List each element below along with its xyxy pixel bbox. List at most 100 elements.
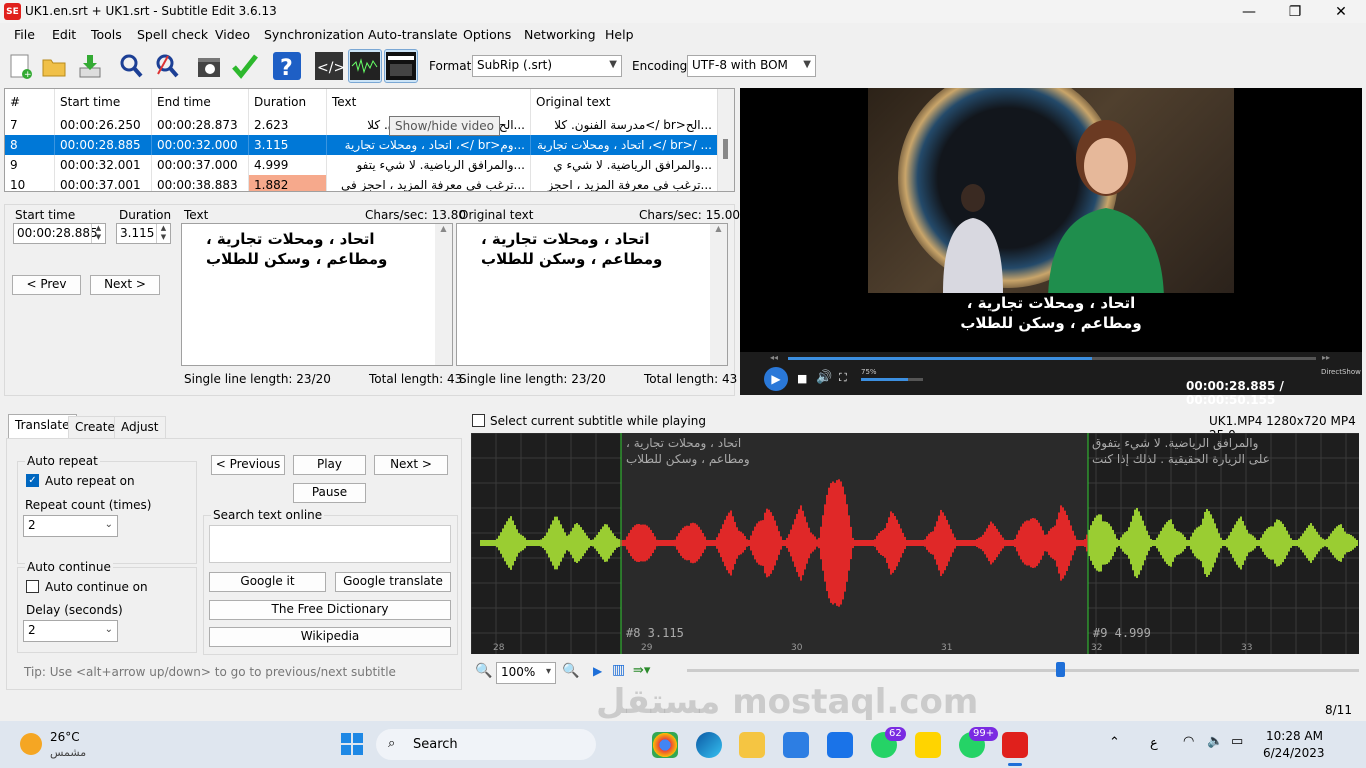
auto-repeat-checkbox[interactable]: ✓: [26, 474, 39, 487]
new-file-icon[interactable]: +: [3, 49, 37, 83]
menu-options[interactable]: Options: [463, 27, 511, 42]
taskbar-search-box[interactable]: ⌕ Search: [376, 729, 596, 760]
waveform-canvas: 28 29 30 31 32 33: [471, 433, 1359, 654]
google-translate-button[interactable]: Google translate: [335, 572, 451, 592]
find-icon[interactable]: [114, 49, 148, 83]
select-while-playing-checkbox[interactable]: [472, 414, 485, 427]
subtitle-grid[interactable]: # Start time End time Duration Text Orig…: [4, 88, 735, 192]
spell-check-icon[interactable]: [228, 49, 262, 83]
fullscreen-icon[interactable]: ⛶: [839, 371, 847, 385]
menu-edit[interactable]: Edit: [52, 27, 76, 42]
sticky-notes-icon[interactable]: [915, 732, 941, 758]
col-header-start[interactable]: Start time: [55, 89, 152, 115]
slider-thumb[interactable]: [1056, 662, 1065, 677]
scroll-thumb[interactable]: [723, 139, 728, 159]
menu-networking[interactable]: Networking: [524, 27, 596, 42]
speaker-icon[interactable]: 🔈: [1207, 734, 1223, 749]
play-button[interactable]: Play: [293, 455, 366, 475]
editor-scrollbar[interactable]: ▲: [435, 224, 452, 365]
spinner-arrows-icon[interactable]: ▲ ▼: [91, 224, 105, 243]
subtitle-text-editor[interactable]: اتحاد ، ومحلات تجارية ، ومطاعم ، وسكن لل…: [181, 223, 453, 366]
tab-translate[interactable]: Translate: [8, 414, 77, 438]
editor-scrollbar[interactable]: ▲: [710, 224, 727, 365]
waveform-position-slider[interactable]: [687, 669, 1359, 672]
table-row[interactable]: 7 00:00:26.250 00:00:28.873 2.623 ...الح…: [5, 115, 718, 135]
original-text-editor[interactable]: اتحاد ، ومحلات تجارية ، ومطاعم ، وسكن لل…: [456, 223, 728, 366]
source-view-icon[interactable]: </>: [312, 49, 346, 83]
clock-time[interactable]: 10:28 AM: [1266, 729, 1323, 743]
grid-scrollbar[interactable]: [717, 89, 734, 191]
file-explorer-icon[interactable]: [739, 732, 765, 758]
free-dictionary-button[interactable]: The Free Dictionary: [209, 600, 451, 620]
stop-icon[interactable]: ■: [797, 372, 807, 385]
menu-file[interactable]: File: [14, 27, 35, 42]
replace-icon[interactable]: [150, 49, 184, 83]
wikipedia-button[interactable]: Wikipedia: [209, 627, 451, 647]
col-header-duration[interactable]: Duration: [249, 89, 327, 115]
weather-temp[interactable]: 26°C: [50, 730, 80, 744]
tab-adjust[interactable]: Adjust: [114, 416, 166, 438]
table-row-selected[interactable]: 8 00:00:28.885 00:00:32.000 3.115 ...وم<…: [5, 135, 718, 155]
format-select[interactable]: SubRip (.srt) ▼: [472, 55, 622, 77]
fast-forward-icon[interactable]: ▸▸: [1322, 353, 1330, 362]
volume-slider[interactable]: [861, 378, 923, 381]
audio-waveform[interactable]: 28 29 30 31 32 33 اتحاد ، ومحلات تجارية ، ومط…: [471, 433, 1359, 654]
menu-help[interactable]: Help: [605, 27, 634, 42]
col-header-end[interactable]: End time: [152, 89, 249, 115]
windows-start-icon[interactable]: [341, 733, 363, 755]
zoom-out-icon[interactable]: 🔍: [475, 663, 492, 679]
menu-synchronization[interactable]: Synchronization: [264, 27, 364, 42]
menu-tools[interactable]: Tools: [91, 27, 122, 42]
previous-button[interactable]: < Previous: [211, 455, 285, 475]
table-row[interactable]: 10 00:00:37.001 00:00:38.883 1.882 ...تر…: [5, 175, 718, 191]
pause-button[interactable]: Pause: [293, 483, 366, 503]
delay-select[interactable]: 2 ⌄: [23, 620, 118, 642]
google-it-button[interactable]: Google it: [209, 572, 326, 592]
repeat-count-select[interactable]: 2 ⌄: [23, 515, 118, 537]
center-icon[interactable]: ▥: [612, 662, 625, 678]
play-next-icon[interactable]: ▶: [593, 664, 602, 678]
save-download-icon[interactable]: [73, 49, 107, 83]
subtitle-edit-taskbar-icon[interactable]: [1002, 732, 1028, 758]
col-header-number[interactable]: #: [5, 89, 55, 115]
video-seek-bar[interactable]: [788, 357, 1316, 360]
mail-icon[interactable]: [827, 732, 853, 758]
next-subtitle-button[interactable]: Next >: [374, 455, 448, 475]
store-icon[interactable]: [783, 732, 809, 758]
battery-icon[interactable]: ▭: [1231, 734, 1243, 749]
video-toggle-icon[interactable]: [384, 49, 418, 83]
waveform-toggle-icon[interactable]: [348, 49, 382, 83]
auto-continue-checkbox[interactable]: [26, 580, 39, 593]
start-time-input[interactable]: 00:00:28.885 ▲ ▼: [13, 223, 106, 244]
menu-video[interactable]: Video: [215, 27, 250, 42]
col-header-original[interactable]: Original text: [531, 89, 718, 115]
help-icon[interactable]: ?: [270, 49, 304, 83]
spinner-arrows-icon[interactable]: ▲ ▼: [156, 224, 170, 243]
table-row[interactable]: 9 00:00:32.001 00:00:37.000 4.999 ...وال…: [5, 155, 718, 175]
open-folder-icon[interactable]: [37, 49, 71, 83]
menu-auto-translate[interactable]: Auto-translate: [368, 27, 458, 42]
volume-icon[interactable]: 🔊: [816, 370, 832, 385]
play-icon[interactable]: ▶: [764, 367, 788, 391]
col-header-text[interactable]: Text: [327, 89, 531, 115]
minimize-button[interactable]: —: [1226, 0, 1272, 23]
chevron-up-icon[interactable]: ⌃: [1109, 735, 1120, 750]
zoom-select[interactable]: 100% ▾: [496, 662, 556, 684]
wifi-icon[interactable]: ◠: [1183, 734, 1194, 749]
clock-date[interactable]: 6/24/2023: [1263, 746, 1325, 760]
prev-button[interactable]: < Prev: [12, 275, 81, 295]
go-forward-icon[interactable]: ⇛▾: [633, 663, 650, 678]
visual-sync-icon[interactable]: [192, 49, 226, 83]
input-language[interactable]: ع: [1150, 736, 1158, 751]
duration-input[interactable]: 3.115 ▲ ▼: [116, 223, 171, 244]
maximize-button[interactable]: ❐: [1272, 0, 1318, 23]
close-button[interactable]: ✕: [1318, 0, 1364, 23]
menu-spell-check[interactable]: Spell check: [137, 27, 208, 42]
rewind-icon[interactable]: ◂◂: [770, 353, 778, 362]
chrome-icon[interactable]: [652, 732, 678, 758]
encoding-select[interactable]: UTF-8 with BOM ▼: [687, 55, 816, 77]
zoom-in-icon[interactable]: 🔍: [562, 663, 579, 679]
search-online-input[interactable]: [209, 525, 451, 563]
next-button[interactable]: Next >: [90, 275, 160, 295]
edge-icon[interactable]: [696, 732, 722, 758]
